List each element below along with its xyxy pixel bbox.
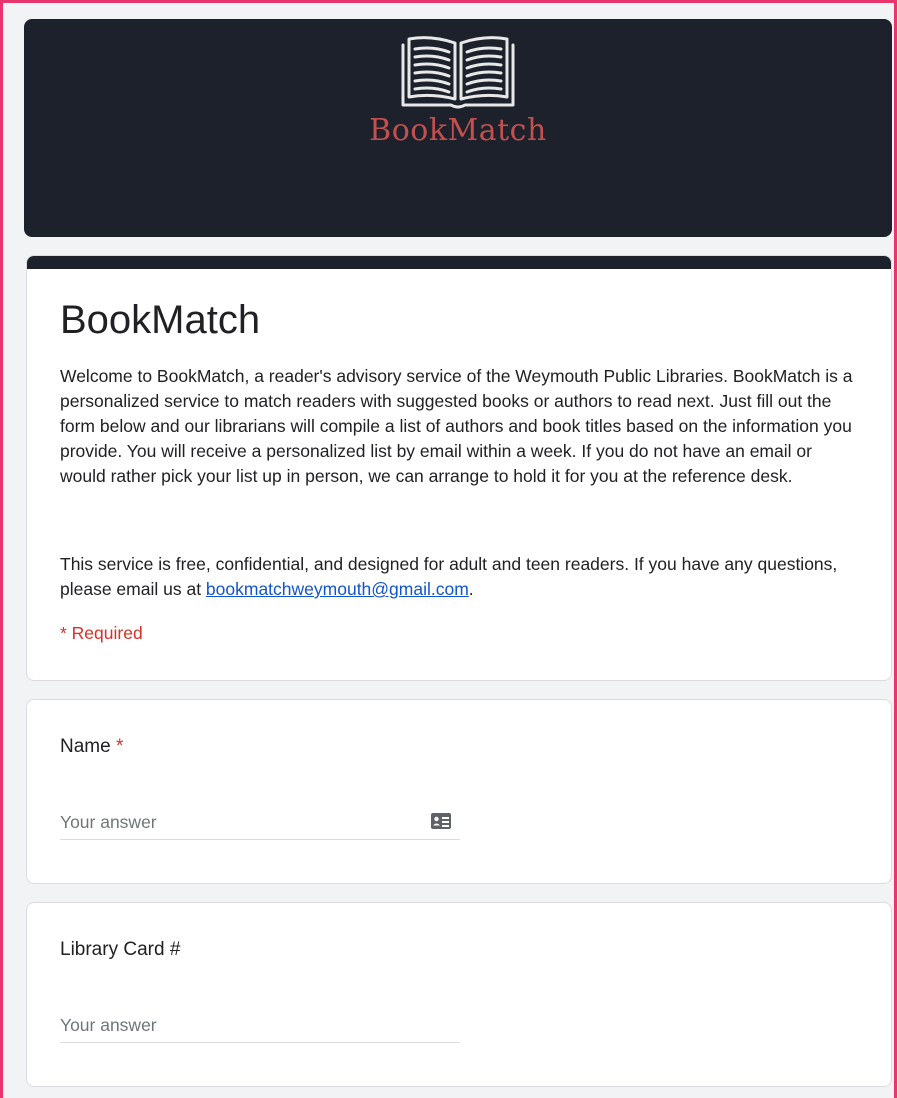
- email-link[interactable]: bookmatchweymouth@gmail.com: [206, 579, 469, 599]
- library-card-input[interactable]: [60, 1011, 420, 1039]
- title-card-accent-bar: [27, 256, 891, 269]
- required-asterisk: *: [115, 736, 124, 757]
- question-card-name: Name *: [26, 699, 892, 884]
- contact-card-icon[interactable]: [430, 812, 452, 830]
- question-label-text: Name: [60, 736, 111, 757]
- question-label: Name *: [60, 736, 123, 758]
- description-text-end: .: [468, 579, 474, 599]
- bookmatch-logo: BookMatch: [24, 33, 892, 148]
- header-banner: BookMatch: [24, 19, 892, 237]
- required-note: * Required: [60, 623, 143, 643]
- form-description-paragraph-1: Welcome to BookMatch, a reader's advisor…: [60, 366, 853, 486]
- open-book-icon: [401, 36, 515, 109]
- answer-field-container: [60, 808, 460, 840]
- logo-text: BookMatch: [369, 113, 547, 148]
- name-input[interactable]: [60, 808, 420, 836]
- form-title: BookMatch: [60, 298, 261, 342]
- page-frame: BookMatch BookMatch Welcome to BookMatch…: [0, 0, 897, 1098]
- question-label: Library Card #: [60, 939, 180, 961]
- question-label-text: Library Card #: [60, 939, 181, 960]
- form-description-paragraph-2: This service is free, confidential, and …: [60, 552, 860, 602]
- form-title-card: BookMatch Welcome to BookMatch, a reader…: [26, 255, 892, 681]
- answer-field-container: [60, 1011, 460, 1043]
- question-card-library-card: Library Card #: [26, 902, 892, 1087]
